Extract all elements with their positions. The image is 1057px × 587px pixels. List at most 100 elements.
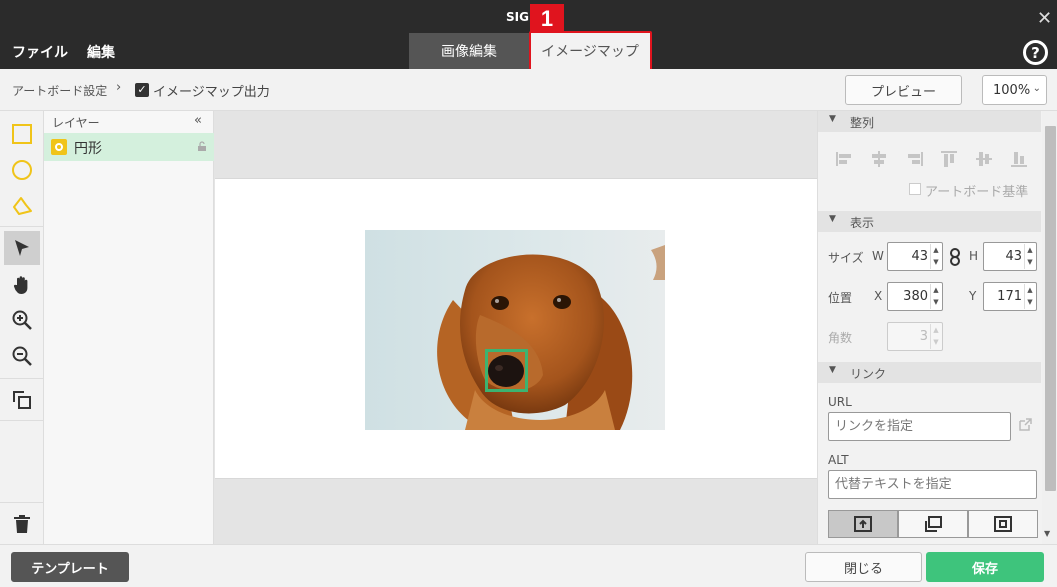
polygon-tool[interactable] <box>4 189 40 223</box>
scrollbar-thumb[interactable] <box>1045 126 1056 491</box>
canvas-area[interactable] <box>214 111 817 544</box>
zoom-select[interactable]: 100% ⌄ <box>982 75 1047 105</box>
title-bar: SIGN ✕ ファイル 編集 画像編集 イメージマップ 1 ? <box>0 0 1057 71</box>
save-button[interactable]: 保存 <box>926 552 1044 582</box>
section-align-header[interactable]: ▼ 整列 <box>818 111 1041 132</box>
w-label: W <box>872 249 884 263</box>
position-label: 位置 <box>828 291 853 305</box>
send-backward-button[interactable] <box>898 510 968 538</box>
h-label: H <box>969 249 979 263</box>
artboard[interactable] <box>215 178 817 479</box>
size-label: サイズ <box>828 251 864 265</box>
properties-panel: ▼ 整列 アートボード基準 ▼ 表示 サイズ W 43 ▲ ▼ H 43 ▲ ▼ 位… <box>817 111 1057 544</box>
ellipse-layer-icon <box>51 139 67 155</box>
bring-to-front-button[interactable] <box>828 510 898 538</box>
polygon-icon <box>13 197 32 215</box>
align-right-icon[interactable] <box>903 148 925 170</box>
bring-front-icon <box>854 516 872 532</box>
corners-input: 3 ▲ ▼ <box>887 322 943 351</box>
rectangle-tool[interactable] <box>4 117 40 151</box>
link-aspect-icon[interactable] <box>949 248 961 266</box>
chevron-down-icon: ⌄ <box>1032 83 1041 94</box>
align-center-h-icon[interactable] <box>868 148 890 170</box>
x-input[interactable]: 380 ▲ ▼ <box>887 282 943 311</box>
y-stepper[interactable]: ▲ ▼ <box>1024 284 1035 309</box>
align-left-icon[interactable] <box>834 148 856 170</box>
url-label: URL <box>828 395 852 409</box>
imagemap-output-checkbox[interactable]: ✓ <box>135 83 149 97</box>
menu-edit[interactable]: 編集 <box>87 42 115 62</box>
ellipse-tool[interactable] <box>4 153 40 187</box>
y-label: Y <box>969 289 977 303</box>
zoom-out-icon <box>12 346 32 366</box>
x-stepper[interactable]: ▲ ▼ <box>930 284 941 309</box>
align-middle-v-icon[interactable] <box>973 148 995 170</box>
width-stepper[interactable]: ▲ ▼ <box>930 244 941 269</box>
artboard-base-checkbox[interactable] <box>909 183 921 195</box>
delete-button[interactable] <box>4 507 40 541</box>
zoom-value: 100% <box>993 82 1031 98</box>
layer-name: 円形 <box>74 141 102 157</box>
alt-input[interactable]: 代替テキストを指定 <box>828 470 1037 499</box>
corners-stepper: ▲ ▼ <box>930 324 941 349</box>
width-value: 43 <box>911 249 928 264</box>
scroll-down-arrow-icon[interactable]: ▼ <box>1044 529 1050 538</box>
preview-button[interactable]: プレビュー <box>845 75 962 105</box>
layer-item[interactable]: 円形 <box>44 133 214 161</box>
toolbar: アートボード設定 › ✓ イメージマップ出力 プレビュー 100% ⌄ <box>0 69 1057 111</box>
unlock-icon[interactable] <box>197 141 207 151</box>
hand-icon <box>13 276 28 294</box>
zoom-out-tool[interactable] <box>4 339 40 373</box>
y-input[interactable]: 171 ▲ ▼ <box>983 282 1037 311</box>
external-link-icon[interactable] <box>1017 417 1033 433</box>
layers-panel: レイヤー « 円形 <box>44 111 214 544</box>
dog-photo <box>365 230 665 430</box>
artboard-base-label: アートボード基準 <box>925 185 1029 200</box>
rectangle-icon <box>12 124 32 144</box>
selected-ellipse-area[interactable] <box>485 349 528 392</box>
footer-bar: テンプレート 閉じる 保存 <box>0 544 1057 587</box>
url-placeholder: リンクを指定 <box>835 419 914 434</box>
height-value: 43 <box>1005 249 1022 264</box>
section-display-header[interactable]: ▼ 表示 <box>818 211 1041 232</box>
chevron-down-icon: ▼ <box>829 114 836 124</box>
align-top-icon[interactable] <box>938 148 960 170</box>
template-button[interactable]: テンプレート <box>11 552 129 582</box>
zoom-in-icon <box>12 310 32 330</box>
width-input[interactable]: 43 ▲ ▼ <box>887 242 943 271</box>
imagemap-output-label[interactable]: イメージマップ出力 <box>153 81 270 100</box>
close-icon[interactable]: ✕ <box>1037 10 1052 28</box>
select-tool[interactable] <box>4 231 40 265</box>
alt-placeholder: 代替テキストを指定 <box>835 477 952 492</box>
close-button[interactable]: 閉じる <box>805 552 922 582</box>
divider <box>0 420 44 421</box>
divider <box>0 378 44 379</box>
arrange-tool[interactable] <box>4 383 40 417</box>
url-input[interactable]: リンクを指定 <box>828 412 1011 441</box>
align-bottom-icon[interactable] <box>1008 148 1030 170</box>
breadcrumb-artboard-settings[interactable]: アートボード設定 <box>12 82 107 99</box>
center-frame-button[interactable] <box>968 510 1038 538</box>
collapse-panel-icon[interactable]: « <box>194 113 202 128</box>
x-value: 380 <box>903 289 928 304</box>
corners-value: 3 <box>919 329 928 344</box>
divider <box>0 502 44 503</box>
menu-file[interactable]: ファイル <box>12 42 68 62</box>
hand-tool[interactable] <box>4 268 40 302</box>
arrange-icon <box>13 391 31 409</box>
tool-strip <box>0 111 44 544</box>
height-stepper[interactable]: ▲ ▼ <box>1024 244 1035 269</box>
tab-image-map[interactable]: イメージマップ <box>529 33 651 69</box>
help-icon[interactable]: ? <box>1023 40 1048 65</box>
section-link-title: リンク <box>850 367 887 381</box>
divider <box>0 226 44 227</box>
layers-stack-icon <box>925 516 942 532</box>
tab-image-edit[interactable]: 画像編集 <box>409 33 529 69</box>
zoom-in-tool[interactable] <box>4 303 40 337</box>
section-link-header[interactable]: ▼ リンク <box>818 362 1041 383</box>
step-number-badge: 1 <box>530 4 564 33</box>
height-input[interactable]: 43 ▲ ▼ <box>983 242 1037 271</box>
x-label: X <box>874 289 883 303</box>
corners-label: 角数 <box>828 331 853 345</box>
arrow-cursor-icon <box>15 240 29 256</box>
